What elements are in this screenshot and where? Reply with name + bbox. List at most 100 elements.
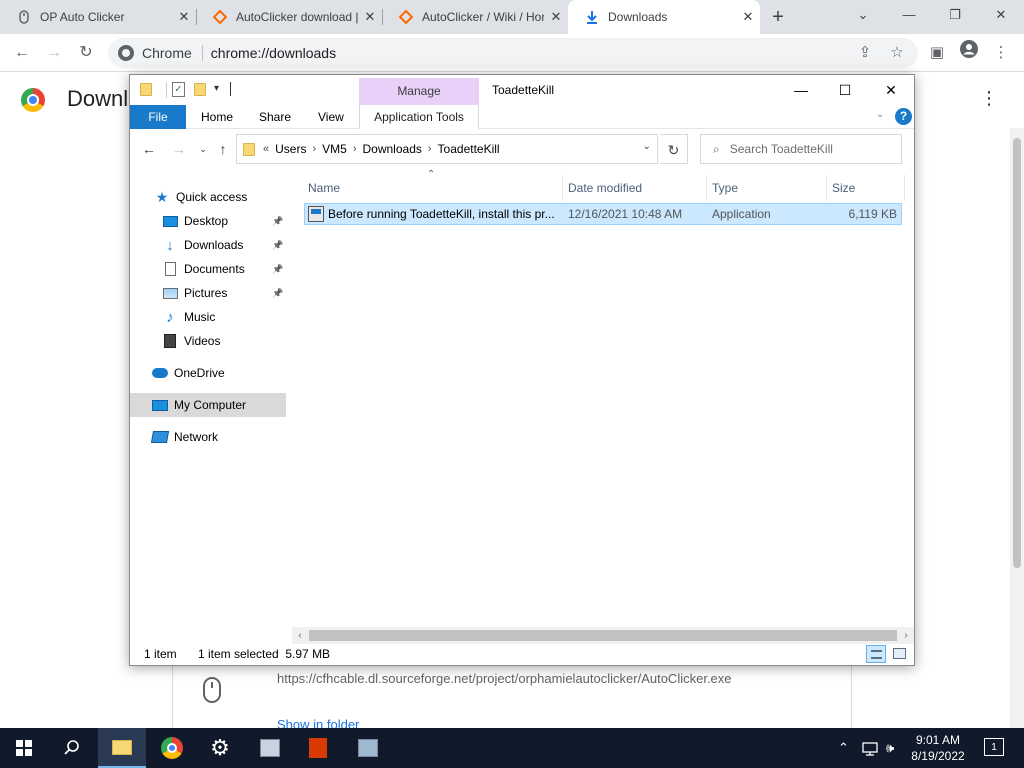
up-button[interactable]: ↑: [214, 139, 232, 159]
chrome-menu-icon[interactable]: ⋮: [988, 40, 1014, 66]
maximize-button[interactable]: ☐: [822, 77, 868, 103]
recent-locations-icon[interactable]: ⌄: [194, 139, 212, 159]
chevron-down-icon[interactable]: ⌄: [643, 141, 651, 152]
chevron-right-icon[interactable]: ›: [312, 143, 316, 155]
refresh-button[interactable]: ↻: [660, 134, 688, 164]
chrome-tab-strip: OP Auto Clicker ✕ AutoClicker download |…: [0, 0, 1024, 34]
breadcrumb-overflow[interactable]: «: [263, 143, 269, 155]
nav-item-my-computer[interactable]: My Computer: [130, 393, 286, 417]
profile-avatar-icon[interactable]: [956, 40, 982, 66]
column-type[interactable]: Type: [712, 177, 738, 199]
back-button[interactable]: ←: [9, 40, 35, 66]
tab-file[interactable]: File: [130, 105, 186, 129]
nav-item-label: Music: [184, 310, 216, 324]
bookmark-star-icon[interactable]: ☆: [884, 40, 910, 66]
column-name[interactable]: Name: [308, 177, 340, 199]
tab-close-icon[interactable]: ✕: [544, 9, 568, 25]
nav-item-onedrive[interactable]: OneDrive: [130, 361, 290, 385]
downloads-menu-icon[interactable]: ⋮: [980, 88, 998, 109]
network-icon[interactable]: [862, 728, 878, 768]
tab-view[interactable]: View: [318, 105, 344, 129]
file-row[interactable]: Before running ToadetteKill, install thi…: [304, 203, 902, 225]
column-divider[interactable]: [826, 175, 827, 201]
nav-item-videos[interactable]: Videos: [130, 329, 290, 353]
file-type: Application: [712, 207, 771, 221]
notifications-icon[interactable]: 1: [984, 738, 1004, 756]
sourceforge-icon: [398, 9, 414, 25]
breadcrumb-toadettekill[interactable]: ToadetteKill: [438, 142, 500, 156]
taskbar-settings[interactable]: ⚙: [196, 728, 244, 768]
search-button[interactable]: [48, 728, 96, 768]
taskbar-app[interactable]: [246, 728, 294, 768]
divider: [230, 82, 231, 96]
tab-close-icon[interactable]: ✕: [358, 9, 382, 25]
horizontal-scrollbar[interactable]: ‹ ›: [292, 627, 914, 644]
start-button[interactable]: [0, 728, 48, 768]
tab-close-icon[interactable]: ✕: [172, 9, 196, 25]
breadcrumb-downloads[interactable]: Downloads: [363, 142, 422, 156]
download-url[interactable]: https://cfhcable.dl.sourceforge.net/proj…: [277, 671, 732, 686]
column-divider[interactable]: [904, 175, 905, 201]
tab-autoclicker-download[interactable]: AutoClicker download | SourceForge.net ✕: [196, 0, 382, 34]
taskbar-installer[interactable]: [344, 728, 392, 768]
scroll-right-icon[interactable]: ›: [898, 627, 914, 644]
nav-item-quick-access[interactable]: ★ Quick access: [130, 185, 290, 209]
column-size[interactable]: Size: [832, 177, 855, 199]
minimize-button[interactable]: —: [778, 77, 824, 103]
close-button[interactable]: ✕: [978, 0, 1024, 30]
tab-application-tools[interactable]: Application Tools: [359, 105, 479, 129]
column-date-modified[interactable]: Date modified: [568, 177, 642, 199]
nav-item-downloads[interactable]: ↓ Downloads 📌: [130, 233, 290, 257]
scroll-left-icon[interactable]: ‹: [292, 627, 308, 644]
forward-button[interactable]: →: [170, 139, 188, 159]
chevron-right-icon[interactable]: ›: [353, 143, 357, 155]
nav-item-network[interactable]: Network: [130, 425, 290, 449]
side-panel-icon[interactable]: ▣: [924, 40, 950, 66]
volume-icon[interactable]: 🕪: [886, 728, 894, 768]
nav-item-desktop[interactable]: Desktop 📌: [130, 209, 290, 233]
address-bar[interactable]: « Users › VM5 › Downloads › ToadetteKill…: [236, 134, 658, 164]
large-icons-view-icon[interactable]: [890, 645, 910, 663]
new-tab-button[interactable]: +: [766, 4, 790, 30]
scrollbar-thumb[interactable]: [309, 630, 897, 641]
taskbar-file-explorer[interactable]: [98, 728, 146, 768]
manage-tab[interactable]: Manage: [359, 78, 479, 105]
chevron-right-icon[interactable]: ›: [428, 143, 432, 155]
chevron-down-icon[interactable]: ⌄: [840, 0, 886, 30]
nav-item-pictures[interactable]: Pictures 📌: [130, 281, 290, 305]
customize-quick-access-icon[interactable]: ▾: [214, 83, 219, 94]
tab-close-icon[interactable]: ✕: [736, 9, 760, 25]
reload-button[interactable]: ↻: [73, 40, 99, 66]
taskbar-office[interactable]: [294, 728, 342, 768]
back-button[interactable]: ←: [140, 139, 158, 159]
restore-button[interactable]: ❐: [932, 0, 978, 30]
tab-share[interactable]: Share: [259, 105, 291, 129]
minimize-button[interactable]: —: [886, 0, 932, 30]
system-clock[interactable]: 9:01 AM 8/19/2022: [906, 732, 970, 764]
search-input[interactable]: ⌕ Search ToadetteKill: [700, 134, 902, 164]
close-button[interactable]: ✕: [868, 77, 914, 103]
chrome-logo-icon: [21, 88, 45, 112]
help-icon[interactable]: ?: [895, 108, 912, 125]
breadcrumb-users[interactable]: Users: [275, 142, 306, 156]
nav-item-music[interactable]: ♪ Music: [130, 305, 290, 329]
breadcrumb-vm5[interactable]: VM5: [322, 142, 347, 156]
tab-autoclicker-wiki[interactable]: AutoClicker / Wiki / Home ✕: [382, 0, 568, 34]
tab-downloads[interactable]: Downloads ✕: [568, 0, 760, 34]
nav-item-documents[interactable]: Documents 📌: [130, 257, 290, 281]
properties-icon[interactable]: ✓: [172, 82, 185, 97]
tab-op-auto-clicker[interactable]: OP Auto Clicker ✕: [0, 0, 196, 34]
show-hidden-icons-chevron-icon[interactable]: ⌃: [838, 728, 849, 768]
videos-icon: [162, 333, 178, 349]
column-divider[interactable]: [706, 175, 707, 201]
address-bar[interactable]: Chrome chrome://downloads: [108, 38, 918, 68]
taskbar-chrome[interactable]: [148, 728, 196, 768]
page-scrollbar[interactable]: [1010, 128, 1024, 728]
new-folder-icon[interactable]: [194, 83, 206, 96]
column-divider[interactable]: [562, 175, 563, 201]
forward-button[interactable]: →: [41, 40, 67, 66]
expand-ribbon-icon[interactable]: ⌄: [876, 109, 884, 120]
tab-home[interactable]: Home: [201, 105, 233, 129]
share-icon[interactable]: ⇪: [852, 40, 878, 66]
details-view-icon[interactable]: [866, 645, 886, 663]
